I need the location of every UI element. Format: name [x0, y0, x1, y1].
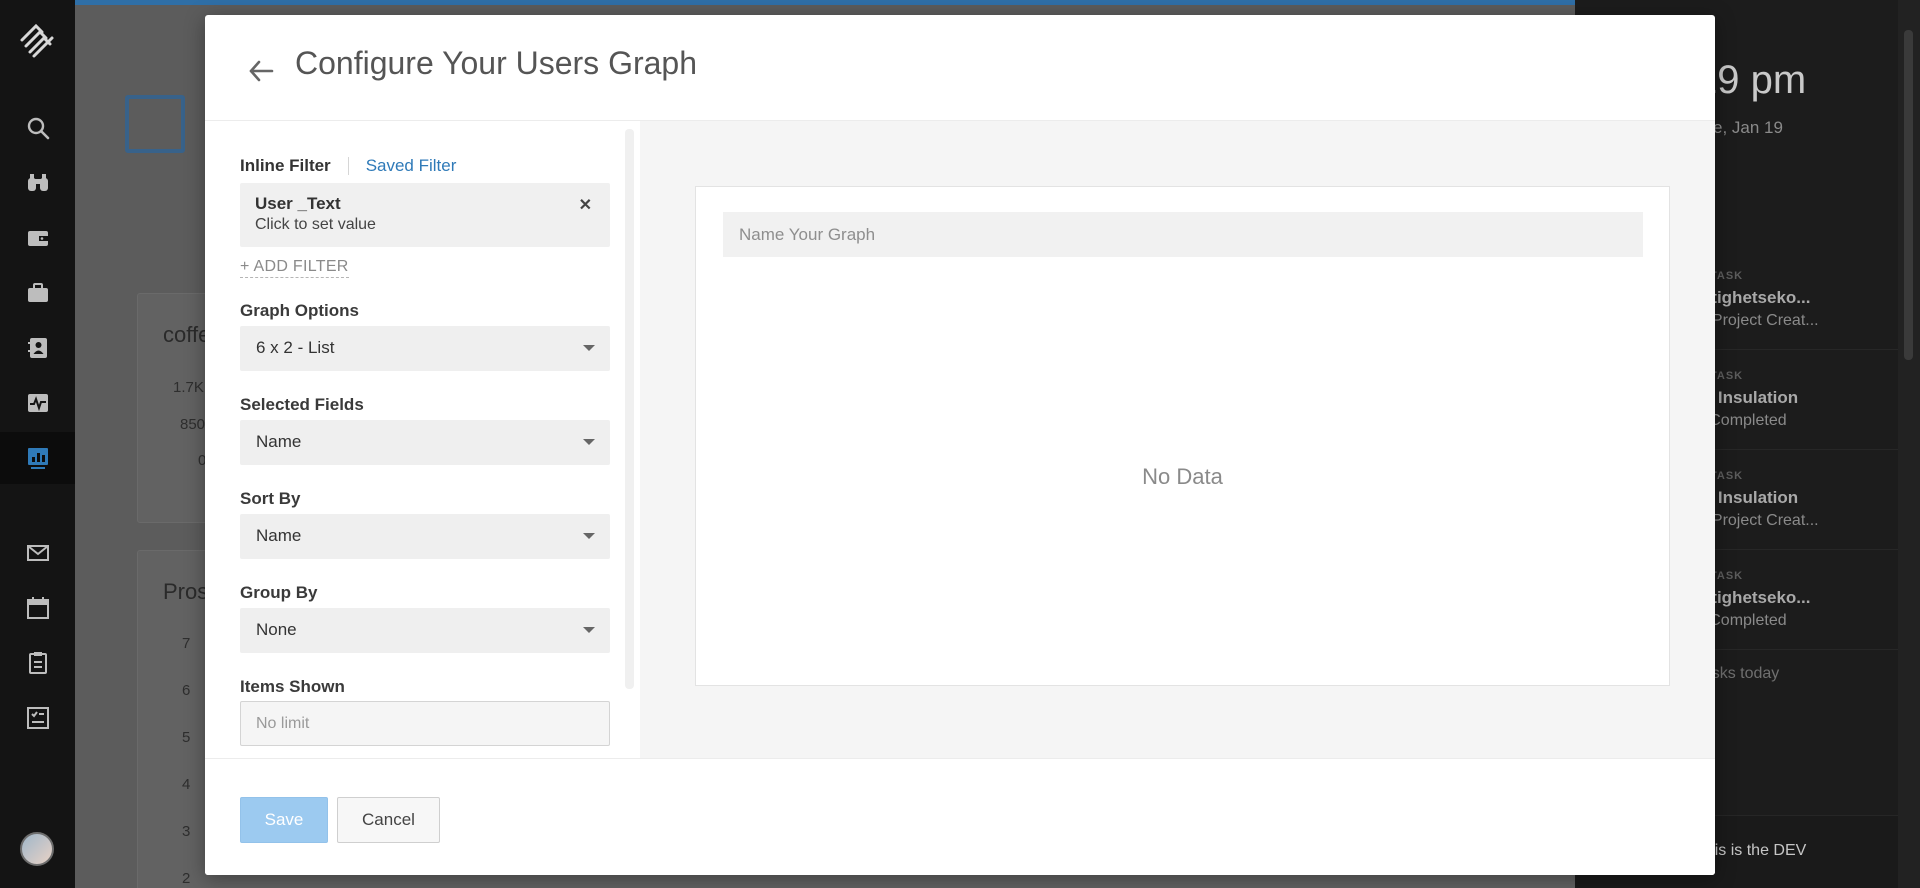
items-shown-label: Items Shown — [240, 677, 345, 696]
clock-date: e, Jan 19 — [1713, 118, 1783, 137]
sort-by-label: Sort By — [240, 489, 301, 508]
wallet-icon[interactable] — [22, 222, 54, 254]
group-by-value: None — [256, 620, 297, 639]
tab-separator — [347, 157, 349, 175]
config-scrollbar[interactable] — [625, 129, 634, 689]
modal-footer: Save Cancel — [205, 758, 1715, 875]
group-by-label: Group By — [240, 583, 318, 602]
save-button[interactable]: Save — [240, 797, 328, 843]
graph-config-pane: Inline Filter Saved Filter User _Text Cl… — [205, 121, 640, 758]
modal-title: Configure Your Users Graph — [295, 45, 697, 81]
graph-preview-pane: No Data — [640, 121, 1715, 758]
chevron-down-icon — [583, 533, 595, 539]
sort-by-value: Name — [256, 526, 302, 545]
app-sidebar — [0, 0, 75, 888]
axis-tick: 850 — [180, 416, 206, 433]
selected-fields-label: Selected Fields — [240, 395, 364, 414]
axis-tick: 3 — [182, 823, 191, 840]
cancel-button[interactable]: Cancel — [337, 797, 440, 843]
calendar-icon[interactable] — [22, 592, 54, 624]
remove-filter-icon[interactable]: ✕ — [579, 195, 592, 215]
axis-tick: 1.7K — [173, 379, 204, 396]
filter-value-prompt[interactable]: Click to set value — [255, 216, 376, 234]
graph-options-value: 6 x 2 - List — [256, 338, 335, 357]
activity-icon[interactable] — [22, 387, 54, 419]
group-by-select[interactable]: None — [240, 608, 610, 653]
chevron-down-icon — [583, 345, 595, 351]
axis-tick: 2 — [182, 870, 191, 887]
items-shown-input[interactable] — [240, 701, 610, 746]
top-accent-bar — [75, 0, 1575, 5]
graph-options-label: Graph Options — [240, 301, 359, 320]
binoculars-icon[interactable] — [22, 167, 54, 199]
axis-tick: 7 — [182, 635, 191, 652]
contacts-icon[interactable] — [22, 332, 54, 364]
selected-fields-select[interactable]: Name — [240, 420, 610, 465]
panel-scrollbar[interactable] — [1898, 0, 1920, 888]
chevron-down-icon — [583, 627, 595, 633]
axis-tick: 5 — [182, 729, 191, 746]
dashboard-icon[interactable] — [22, 442, 54, 474]
tab-inline-filter[interactable]: Inline Filter — [240, 156, 331, 176]
panel-scrollbar-thumb[interactable] — [1904, 30, 1913, 360]
filter-chip[interactable]: User _Text Click to set value ✕ — [240, 183, 610, 247]
chevron-down-icon — [583, 439, 595, 445]
background-card-title: Pros — [163, 579, 209, 604]
filter-tabs: Inline Filter Saved Filter — [240, 156, 456, 176]
graph-options-select[interactable]: 6 x 2 - List — [240, 326, 610, 371]
no-data-message: No Data — [1142, 464, 1223, 489]
search-icon[interactable] — [22, 112, 54, 144]
axis-tick: 4 — [182, 776, 191, 793]
mail-icon[interactable] — [22, 537, 54, 569]
configure-graph-modal: Configure Your Users Graph Inline Filter… — [205, 15, 1715, 875]
filter-field-name: User _Text — [255, 194, 341, 213]
add-filter-link[interactable]: + ADD FILTER — [240, 258, 349, 278]
clipboard-icon[interactable] — [22, 647, 54, 679]
axis-tick: 6 — [182, 682, 191, 699]
user-avatar[interactable] — [20, 832, 54, 866]
briefcase-icon[interactable] — [22, 277, 54, 309]
app-logo-icon[interactable] — [16, 18, 58, 60]
checklist-icon[interactable] — [22, 702, 54, 734]
selected-fields-value: Name — [256, 432, 302, 451]
sort-by-select[interactable]: Name — [240, 514, 610, 559]
tab-saved-filter[interactable]: Saved Filter — [366, 156, 457, 176]
dashboard-page-icon — [125, 95, 185, 153]
graph-preview-card: No Data — [695, 186, 1670, 686]
background-card-title: coffe — [163, 322, 211, 347]
modal-header: Configure Your Users Graph — [205, 15, 1715, 121]
graph-name-input[interactable] — [723, 212, 1643, 257]
back-arrow-icon[interactable] — [241, 51, 281, 91]
